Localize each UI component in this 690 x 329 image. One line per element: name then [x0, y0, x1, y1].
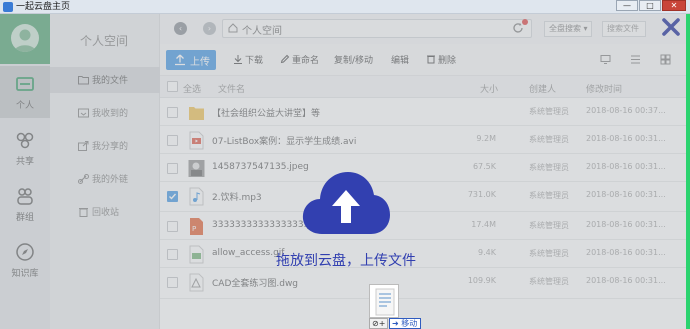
move-tooltip-label: 移动: [401, 319, 418, 328]
window-close-button[interactable]: ✕: [662, 0, 686, 11]
minimize-button[interactable]: —: [616, 0, 638, 11]
cloud-upload-icon: [302, 172, 390, 234]
move-tooltip: ➜ 移动: [389, 318, 422, 329]
file-preview-icon: [375, 288, 395, 316]
app-icon: [3, 2, 13, 12]
move-arrow-icon: ➜: [392, 319, 399, 328]
drag-cursor-badge: ⊘+: [369, 318, 389, 329]
drop-message: 拖放到云盘，上传文件: [276, 253, 416, 269]
side-edge-strip: [686, 14, 690, 329]
drag-ghost-file: [369, 284, 399, 318]
window-title: 一起云盘主页: [16, 2, 71, 12]
maximize-button[interactable]: □: [639, 0, 661, 11]
window-titlebar: [0, 0, 690, 14]
